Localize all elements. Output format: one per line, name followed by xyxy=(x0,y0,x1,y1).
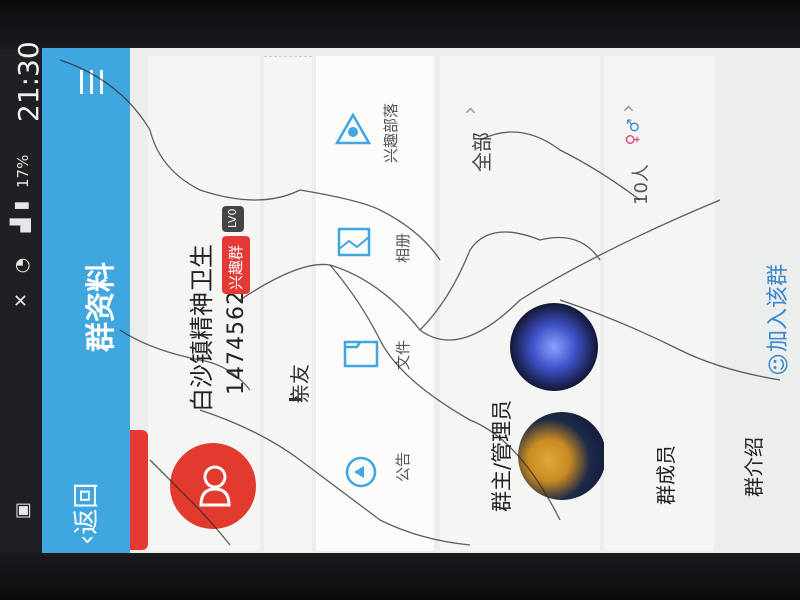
group-type-badge-label: 兴趣群 xyxy=(227,244,245,290)
status-time: 21:30 xyxy=(12,41,45,122)
file-icon[interactable] xyxy=(342,337,380,371)
level-badge-label: LV0 xyxy=(226,208,239,228)
signal-icon: ▟ xyxy=(10,218,32,233)
category-label: 亲友 xyxy=(288,364,312,404)
notification-icon: ▣ xyxy=(12,501,34,520)
gender-icon: ♀ xyxy=(622,133,642,146)
back-label: 返回 xyxy=(72,482,102,535)
group-name: 白沙镇精神卫生 xyxy=(188,244,216,412)
join-group-label: 加入该群 xyxy=(766,263,791,352)
back-arrow-icon: ‹ xyxy=(72,534,102,545)
tribe-icon[interactable] xyxy=(334,112,372,146)
announcement-label: 公告 xyxy=(394,451,412,482)
tribe-label: 兴趣部落 xyxy=(382,102,400,163)
join-group-icon: ☺ xyxy=(766,353,792,376)
phone-bezel-top xyxy=(0,0,800,50)
menu-icon[interactable] xyxy=(80,70,106,94)
avatar[interactable] xyxy=(518,412,606,500)
back-button[interactable]: ‹返回 xyxy=(66,483,103,545)
back-accent xyxy=(130,430,148,550)
members-count: 10人 xyxy=(631,164,652,205)
album-label: 相册 xyxy=(394,232,412,263)
mute-icon: ✕ xyxy=(11,292,33,309)
category-row[interactable] xyxy=(264,56,312,552)
chevron-right-icon: › xyxy=(457,106,483,115)
chevron-right-icon: › xyxy=(615,104,641,113)
file-label: 文件 xyxy=(394,339,412,370)
battery-icon: ▮ xyxy=(10,200,32,211)
page-title: 群资料 xyxy=(84,262,119,352)
admin-label: 群主/管理员 xyxy=(490,399,514,512)
announcement-icon[interactable] xyxy=(342,455,380,489)
phone-bezel-bottom xyxy=(0,545,800,600)
admins-all-link[interactable]: 全部 xyxy=(466,132,495,172)
group-avatar-icon xyxy=(199,465,231,507)
members-label: 群成员 xyxy=(654,445,678,505)
avatar[interactable] xyxy=(510,303,598,391)
album-icon[interactable] xyxy=(335,225,373,259)
battery-percent: 17% xyxy=(14,154,32,188)
wifi-icon: ◔ xyxy=(11,257,33,274)
gender-icon: ♂ xyxy=(623,118,643,133)
